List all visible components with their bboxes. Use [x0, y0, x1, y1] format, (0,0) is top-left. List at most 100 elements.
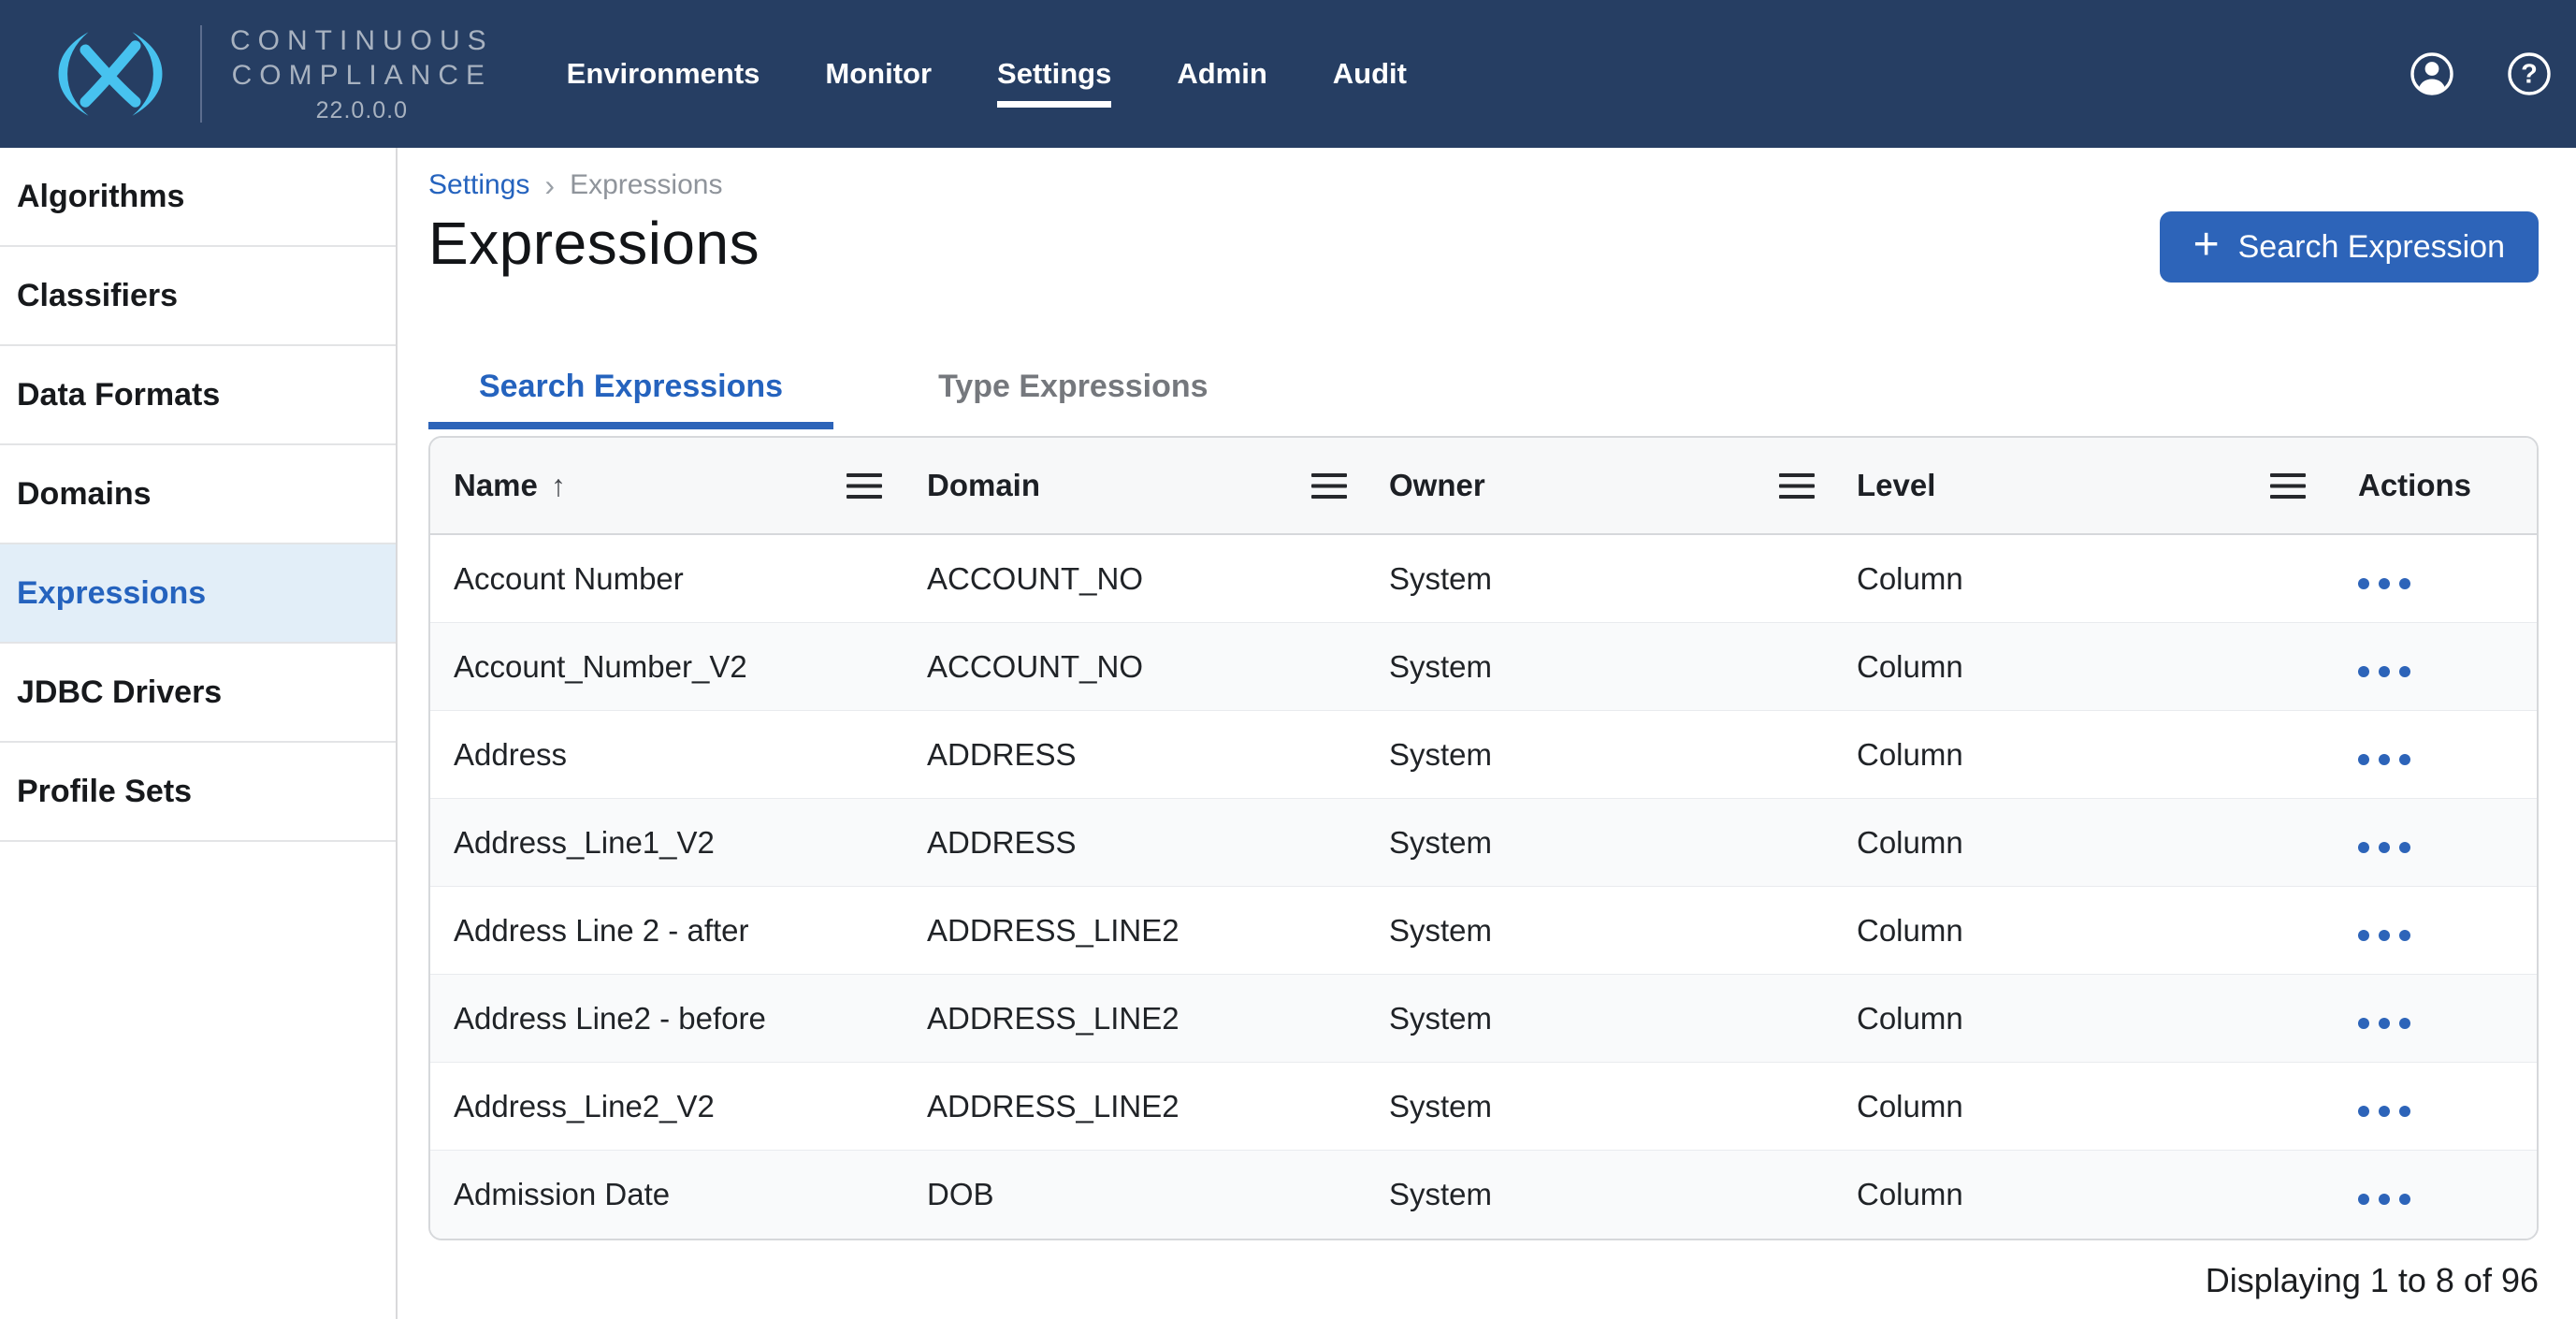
cell-actions [2324, 561, 2537, 597]
cell-actions [2324, 1001, 2537, 1036]
cell-actions [2324, 737, 2537, 773]
expressions-table: Name ↑ Domain Owner [428, 436, 2539, 1240]
sidebar-item-data-formats[interactable]: Data Formats [0, 346, 396, 445]
column-menu-icon[interactable] [2270, 473, 2306, 499]
table-row: Account_Number_V2 ACCOUNT_NO System Colu… [430, 623, 2537, 711]
cell-name: Address Line 2 - after [430, 913, 901, 949]
cell-owner: System [1366, 561, 1833, 597]
sort-ascending-icon[interactable]: ↑ [551, 469, 566, 503]
column-header-level: Level [1833, 438, 2324, 533]
breadcrumb-settings-link[interactable]: Settings [428, 168, 529, 202]
sidebar-item-label: Classifiers [17, 278, 178, 314]
column-label: Domain [927, 468, 1040, 503]
table-row: Address_Line2_V2 ADDRESS_LINE2 System Co… [430, 1063, 2537, 1151]
cell-level: Column [1833, 649, 2324, 685]
row-actions-button[interactable] [2358, 666, 2410, 677]
add-button-label: Search Expression [2238, 229, 2505, 266]
cell-owner: System [1366, 737, 1833, 773]
table-body: Account Number ACCOUNT_NO System Column … [430, 535, 2537, 1239]
column-menu-icon[interactable] [1311, 473, 1347, 499]
brand-text: CONTINUOUS COMPLIANCE 22.0.0.0 [230, 23, 494, 124]
cell-level: Column [1833, 1177, 2324, 1212]
main-content: Settings › Expressions Expressions + Sea… [398, 148, 2576, 1319]
navbar-right-icons: ? [2410, 51, 2576, 96]
sidebar-item-expressions[interactable]: Expressions [0, 544, 396, 644]
table-row: Address ADDRESS System Column [430, 711, 2537, 799]
cell-domain: ADDRESS_LINE2 [901, 913, 1366, 949]
cell-name: Account Number [430, 561, 901, 597]
svg-text:?: ? [2521, 60, 2538, 90]
column-header-owner: Owner [1366, 438, 1833, 533]
nav-settings[interactable]: Settings [997, 57, 1111, 91]
cell-domain: ADDRESS_LINE2 [901, 1089, 1366, 1124]
row-actions-button[interactable] [2358, 1194, 2410, 1205]
sidebar-item-label: Data Formats [17, 377, 220, 413]
nav-environments[interactable]: Environments [567, 57, 760, 91]
cell-domain: DOB [901, 1177, 1366, 1212]
add-search-expression-button[interactable]: + Search Expression [2160, 211, 2539, 283]
cell-level: Column [1833, 913, 2324, 949]
cell-name: Address_Line2_V2 [430, 1089, 901, 1124]
cell-actions [2324, 1177, 2537, 1212]
row-actions-button[interactable] [2358, 842, 2410, 853]
settings-sidebar: Algorithms Classifiers Data Formats Doma… [0, 148, 398, 1319]
tab-type-expressions[interactable]: Type Expressions [888, 369, 1259, 429]
cell-owner: System [1366, 913, 1833, 949]
cell-domain: ADDRESS [901, 737, 1366, 773]
help-button[interactable]: ? [2507, 51, 2552, 96]
brand-line1: CONTINUOUS [230, 23, 494, 58]
nav-audit[interactable]: Audit [1333, 57, 1407, 91]
column-label: Level [1857, 468, 1935, 503]
breadcrumb-current: Expressions [570, 168, 722, 202]
delphix-logo-icon[interactable] [49, 29, 172, 119]
cell-level: Column [1833, 825, 2324, 861]
sidebar-item-classifiers[interactable]: Classifiers [0, 247, 396, 346]
cell-owner: System [1366, 1177, 1833, 1212]
column-label: Owner [1389, 468, 1485, 503]
cell-name: Admission Date [430, 1177, 901, 1212]
column-menu-icon[interactable] [1779, 473, 1815, 499]
cell-domain: ADDRESS [901, 825, 1366, 861]
cell-owner: System [1366, 825, 1833, 861]
cell-domain: ACCOUNT_NO [901, 561, 1366, 597]
user-menu-button[interactable] [2410, 51, 2454, 96]
plus-icon: + [2193, 223, 2220, 268]
brand-line2: COMPLIANCE [232, 58, 492, 93]
expression-tabs: Search Expressions Type Expressions [428, 369, 2539, 429]
cell-owner: System [1366, 1089, 1833, 1124]
row-actions-button[interactable] [2358, 1018, 2410, 1029]
chevron-right-icon: › [544, 168, 555, 202]
sidebar-item-domains[interactable]: Domains [0, 445, 396, 544]
cell-actions [2324, 1089, 2537, 1124]
user-icon [2410, 51, 2454, 96]
table-row: Admission Date DOB System Column [430, 1151, 2537, 1239]
column-menu-icon[interactable] [847, 473, 882, 499]
primary-nav: Environments Monitor Settings Admin Audi… [567, 57, 1407, 91]
sidebar-item-label: Algorithms [17, 179, 184, 215]
row-actions-button[interactable] [2358, 930, 2410, 941]
nav-admin[interactable]: Admin [1177, 57, 1266, 91]
table-row: Address_Line1_V2 ADDRESS System Column [430, 799, 2537, 887]
cell-level: Column [1833, 561, 2324, 597]
sidebar-item-label: Profile Sets [17, 774, 192, 810]
sidebar-item-label: JDBC Drivers [17, 674, 222, 711]
cell-level: Column [1833, 1001, 2324, 1036]
cell-name: Account_Number_V2 [430, 649, 901, 685]
cell-owner: System [1366, 649, 1833, 685]
cell-level: Column [1833, 1089, 2324, 1124]
cell-actions [2324, 649, 2537, 685]
sidebar-item-algorithms[interactable]: Algorithms [0, 148, 396, 247]
app-version: 22.0.0.0 [316, 97, 408, 124]
row-actions-button[interactable] [2358, 578, 2410, 589]
sidebar-item-jdbc-drivers[interactable]: JDBC Drivers [0, 644, 396, 743]
nav-monitor[interactable]: Monitor [825, 57, 932, 91]
tab-search-expressions[interactable]: Search Expressions [428, 369, 833, 429]
column-header-domain: Domain [901, 438, 1366, 533]
row-actions-button[interactable] [2358, 754, 2410, 765]
column-header-actions: Actions [2324, 438, 2537, 533]
sidebar-item-profile-sets[interactable]: Profile Sets [0, 743, 396, 842]
table-row: Account Number ACCOUNT_NO System Column [430, 535, 2537, 623]
row-actions-button[interactable] [2358, 1106, 2410, 1117]
table-row: Address Line 2 - after ADDRESS_LINE2 Sys… [430, 887, 2537, 975]
cell-domain: ADDRESS_LINE2 [901, 1001, 1366, 1036]
